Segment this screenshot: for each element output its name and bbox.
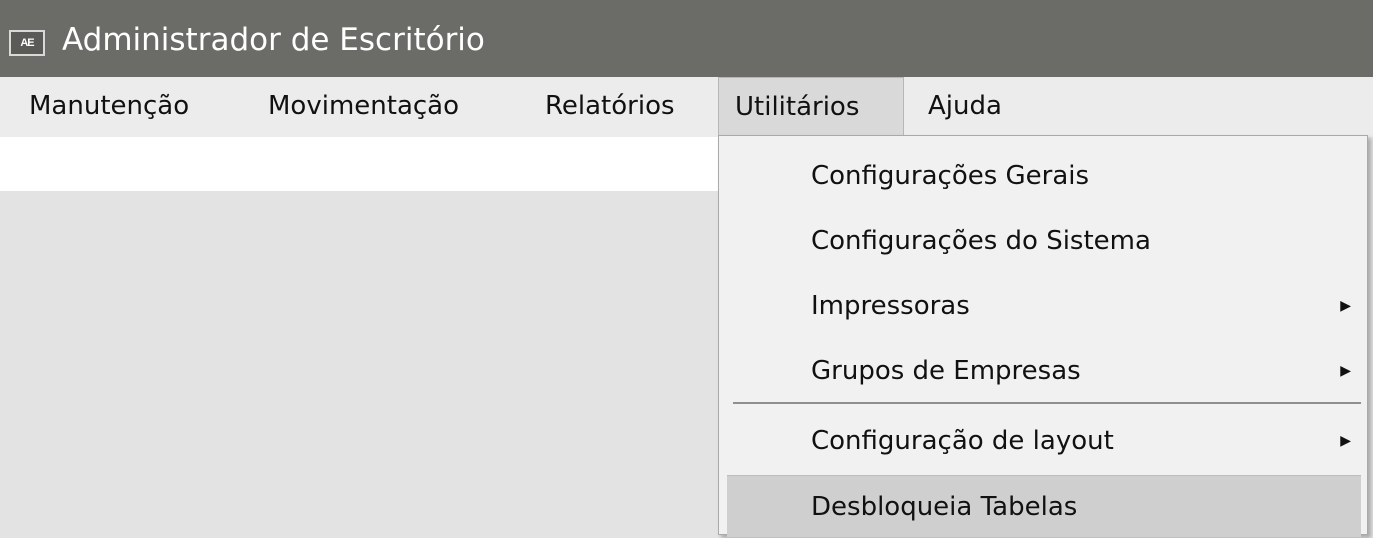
menu-utilitarios[interactable]: Utilitários	[718, 77, 904, 137]
menu-item-label: Configuração de layout	[811, 426, 1114, 456]
toolbar-area	[0, 137, 720, 191]
menu-relatorios[interactable]: Relatórios	[545, 77, 675, 137]
menu-separator	[733, 402, 1361, 404]
app-icon[interactable]: AE	[9, 30, 45, 56]
menu-manutencao[interactable]: Manutenção	[29, 77, 189, 137]
menu-item-grupos-de-empresas[interactable]: Grupos de Empresas ▶	[727, 340, 1361, 402]
menu-item-label: Grupos de Empresas	[811, 356, 1081, 386]
menu-item-label: Configurações Gerais	[811, 161, 1090, 191]
menu-item-impressoras[interactable]: Impressoras ▶	[727, 275, 1361, 337]
utilitarios-dropdown-menu: Configurações Gerais Configurações do Si…	[718, 135, 1368, 537]
menu-item-label: Desbloqueia Tabelas	[811, 492, 1078, 522]
menu-movimentacao[interactable]: Movimentação	[268, 77, 459, 137]
menu-item-configuracao-de-layout[interactable]: Configuração de layout ▶	[727, 410, 1361, 472]
submenu-arrow-icon: ▶	[1340, 433, 1351, 449]
menu-item-configuracoes-do-sistema[interactable]: Configurações do Sistema	[727, 210, 1361, 272]
menu-bar: Manutenção Movimentação Relatórios Utili…	[0, 77, 1373, 137]
title-bar: AE Administrador de Escritório	[0, 0, 1373, 77]
submenu-arrow-icon: ▶	[1340, 298, 1351, 314]
menu-item-label: Configurações do Sistema	[811, 226, 1151, 256]
menu-item-desbloqueia-tabelas[interactable]: Desbloqueia Tabelas	[727, 475, 1361, 537]
menu-item-label: Impressoras	[811, 291, 970, 321]
menu-item-configuracoes-gerais[interactable]: Configurações Gerais	[727, 145, 1361, 207]
submenu-arrow-icon: ▶	[1340, 363, 1351, 379]
menu-ajuda[interactable]: Ajuda	[928, 77, 1002, 137]
window-title: Administrador de Escritório	[62, 22, 485, 58]
